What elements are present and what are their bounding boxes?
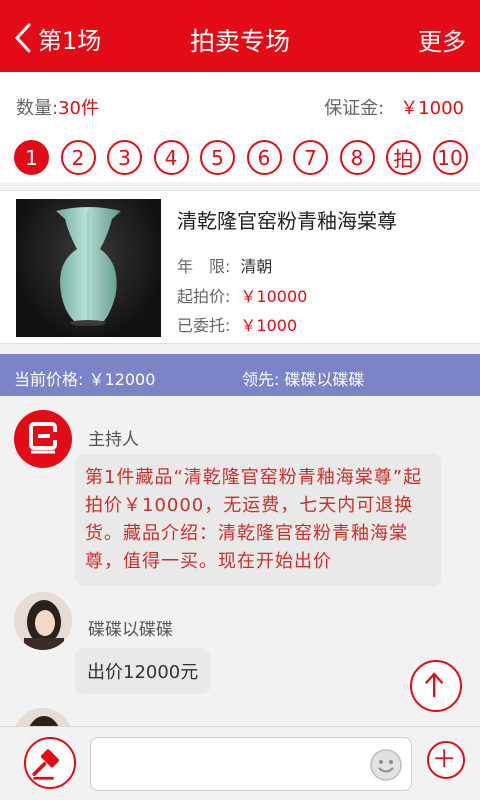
user-photo <box>14 592 72 650</box>
more-button[interactable]: 更多 <box>418 22 466 57</box>
user-photo-partial <box>14 708 72 726</box>
product-image <box>16 199 161 337</box>
current-price-label: 当前价格: <box>14 370 84 389</box>
product-card[interactable]: 清乾隆官窑粉青釉海棠尊 年 限: 清朝 起拍价: ￥10000 已委托: ￥1000 <box>0 190 480 344</box>
auction-info: 数量:30件 保证金: ￥1000 1 2 3 4 5 6 7 8 拍 10 <box>0 72 480 182</box>
deposit-label: 保证金: <box>324 98 385 119</box>
entrusted-value: ￥1000 <box>240 316 298 335</box>
host-name: 主持人 <box>88 430 139 450</box>
lot-button-2[interactable]: 2 <box>60 140 96 175</box>
leading-label: 领先: <box>242 370 280 389</box>
quantity-label: 数量: <box>16 98 59 119</box>
start-price-row: 起拍价: ￥10000 <box>177 283 307 307</box>
bid-button[interactable] <box>24 737 76 789</box>
period-label: 年 限: <box>177 257 231 276</box>
lot-button-1[interactable]: 1 <box>14 140 49 175</box>
user-avatar[interactable] <box>14 592 72 650</box>
start-price-value: ￥10000 <box>240 287 308 306</box>
vase-illustration <box>56 207 121 326</box>
emoji-icon[interactable] <box>369 748 403 782</box>
lot-button-8[interactable]: 8 <box>339 140 375 175</box>
current-price-bar: 当前价格: ￥12000 领先: 碟碟以碟碟 <box>0 354 480 396</box>
input-toolbar <box>0 726 480 800</box>
host-avatar <box>14 410 72 468</box>
quantity-value: 30件 <box>58 98 99 119</box>
current-price-value: ￥12000 <box>88 370 156 389</box>
leading-bidder: 领先: 碟碟以碟碟 <box>242 366 365 390</box>
current-price: 当前价格: ￥12000 <box>14 366 155 390</box>
entrusted-label: 已委托: <box>177 316 231 335</box>
title-bar: 第1场 拍卖专场 更多 <box>0 0 480 72</box>
lot-button-6[interactable]: 6 <box>246 140 282 175</box>
plus-icon <box>435 749 454 768</box>
host-message: 第1件藏品“清乾隆官窑粉青釉海棠尊”起拍价￥10000，无运费，七天内可退换货。… <box>75 454 441 586</box>
lot-button-sold[interactable]: 拍 <box>386 140 421 175</box>
page-title: 拍卖专场 <box>189 27 290 56</box>
lot-button-3[interactable]: 3 <box>107 140 142 175</box>
message-input[interactable] <box>101 746 361 782</box>
lot-selector: 1 2 3 4 5 6 7 8 拍 10 <box>14 140 468 175</box>
user-name: 碟碟以碟碟 <box>88 620 173 640</box>
scroll-top-button[interactable] <box>410 660 462 712</box>
leading-value: 碟碟以碟碟 <box>284 370 365 389</box>
period-value: 清朝 <box>240 257 273 276</box>
arrow-up-icon <box>424 672 444 698</box>
lot-button-5[interactable]: 5 <box>200 140 235 175</box>
period-row: 年 限: 清朝 <box>177 253 272 277</box>
start-price-label: 起拍价: <box>177 287 231 306</box>
deposit-value: ￥1000 <box>400 98 464 119</box>
quantity: 数量:30件 <box>16 94 99 120</box>
message-input-wrapper[interactable] <box>90 737 412 791</box>
user-avatar-partial[interactable] <box>14 708 72 726</box>
lot-button-10[interactable]: 10 <box>432 140 468 175</box>
deposit: 保证金: ￥1000 <box>324 94 464 120</box>
user-message: 出价12000元 <box>75 648 211 694</box>
lot-button-4[interactable]: 4 <box>153 140 189 175</box>
add-button[interactable] <box>427 741 465 779</box>
host-logo-icon <box>29 422 57 454</box>
lot-button-7[interactable]: 7 <box>293 140 328 175</box>
gavel-icon <box>32 749 60 780</box>
product-name: 清乾隆官窑粉青釉海棠尊 <box>177 209 397 233</box>
chat-area[interactable]: 主持人 第1件藏品“清乾隆官窑粉青釉海棠尊”起拍价￥10000，无运费，七天内可… <box>0 396 480 726</box>
entrusted-row: 已委托: ￥1000 <box>177 312 297 336</box>
